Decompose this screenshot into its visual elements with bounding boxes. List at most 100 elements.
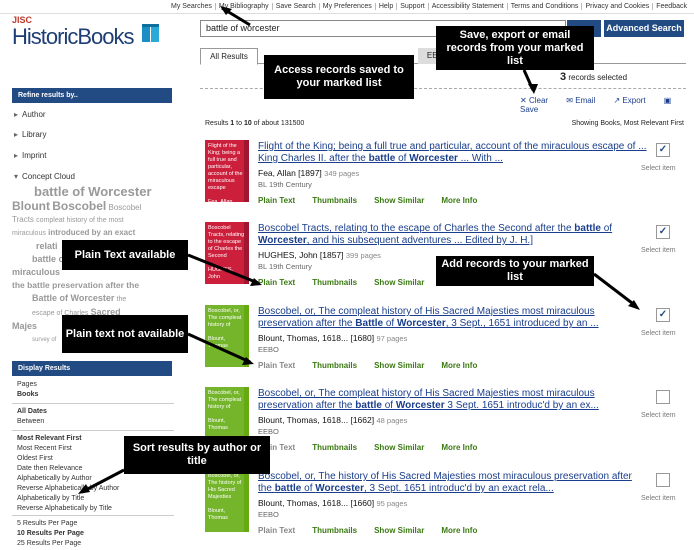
sort-oldest[interactable]: Oldest First — [17, 455, 53, 462]
thumbnail-spine — [244, 140, 249, 202]
sort-title[interactable]: Alphabetically by Title — [17, 495, 84, 502]
show-similar-link[interactable]: Show Similar — [374, 526, 424, 535]
export-button[interactable]: ↗ Export — [613, 96, 653, 105]
nav-my-preferences[interactable]: My Preferences — [318, 3, 375, 10]
more-info-link[interactable]: More Info — [441, 526, 477, 535]
cloud-term[interactable]: survey of — [12, 337, 56, 343]
date-between[interactable]: Between — [17, 418, 44, 425]
title-highlight: battle — [574, 223, 601, 234]
sort-author[interactable]: Alphabetically by Author — [17, 475, 92, 482]
nav-support[interactable]: Support — [396, 3, 428, 10]
facet-concept-cloud[interactable]: ▾ Concept Cloud — [14, 172, 75, 181]
more-info-link[interactable]: More Info — [441, 443, 477, 452]
facet-library[interactable]: ▸ Library — [14, 130, 46, 139]
email-button[interactable]: ✉ Email — [566, 96, 603, 105]
title-text: , and his subsequent adventures ... Edit… — [306, 235, 533, 246]
display-books[interactable]: Books — [17, 391, 38, 398]
sort-most-relevant[interactable]: Most Relevant First — [17, 435, 82, 442]
select-checkbox[interactable]: ✓ — [656, 143, 670, 157]
select-checkbox[interactable]: ✓ — [656, 225, 670, 239]
display-pages[interactable]: Pages — [17, 381, 37, 388]
nav-feedback[interactable]: Feedback — [652, 3, 690, 10]
select-checkbox[interactable] — [656, 473, 670, 487]
nav-terms[interactable]: Terms and Conditions — [506, 3, 582, 10]
result-source: EEBO — [258, 510, 279, 519]
thumbnails-link[interactable]: Thumbnails — [312, 526, 357, 535]
books-icon — [142, 24, 159, 42]
thumbnails-link[interactable]: Thumbnails — [312, 278, 357, 287]
plain-text-link[interactable]: Plain Text — [258, 278, 295, 287]
nav-privacy[interactable]: Privacy and Cookies — [581, 3, 653, 10]
cloud-term[interactable]: Blount — [12, 199, 50, 213]
save-label: Save — [520, 105, 539, 114]
more-info-link[interactable]: More Info — [441, 196, 477, 205]
clear-label: Clear — [528, 96, 549, 105]
select-item-label: Select item — [641, 495, 676, 502]
result-title[interactable]: Boscobel, or, The compleat history of Hi… — [258, 306, 648, 330]
date-all[interactable]: All Dates — [17, 408, 47, 415]
title-highlight: Worcester — [395, 400, 445, 411]
sort-most-recent[interactable]: Most Recent First — [17, 445, 72, 452]
cloud-term[interactable]: miraculous — [12, 230, 46, 237]
records-selected: 3 records selected — [560, 71, 627, 83]
cloud-term[interactable]: Majes — [12, 321, 37, 331]
cloud-term[interactable]: compleat history of the most — [36, 217, 124, 224]
cloud-term[interactable]: relati — [12, 241, 58, 251]
select-item-label: Select item — [641, 330, 676, 337]
cloud-term[interactable]: Tracts — [12, 215, 34, 224]
per-page-10[interactable]: 10 Results Per Page — [17, 530, 84, 537]
thumbnail-spine — [244, 222, 249, 284]
result-thumbnail[interactable]: Flight of the King; being a full true an… — [205, 140, 249, 205]
result-thumbnail[interactable]: Boscobel, or, The history of His Sacred … — [205, 470, 249, 532]
result-title[interactable]: Boscobel Tracts, relating to the escape … — [258, 223, 648, 247]
per-page-5[interactable]: 5 Results Per Page — [17, 520, 77, 527]
sort-date-relevance[interactable]: Date then Relevance — [17, 465, 82, 472]
thumbnail-spine — [244, 305, 249, 367]
result-thumbnail[interactable]: Boscobel, or, The compleat history of Blo… — [205, 305, 249, 367]
top-navigation: My Searches My Bibliography Save Search My … — [0, 0, 694, 14]
more-info-link[interactable]: More Info — [441, 361, 477, 370]
per-page-25[interactable]: 25 Results Per Page — [17, 540, 81, 547]
cloud-term[interactable]: the battle preservation after the — [12, 280, 139, 290]
nav-my-searches[interactable]: My Searches — [168, 3, 215, 10]
cloud-term[interactable]: battle of Worcester — [12, 184, 152, 199]
nav-save-search[interactable]: Save Search — [271, 3, 319, 10]
facet-imprint[interactable]: ▸ Imprint — [14, 151, 46, 160]
thumbnail-author: Blount, Thomas — [208, 336, 228, 349]
sort-title-reverse[interactable]: Reverse Alphabetically by Title — [17, 505, 112, 512]
advanced-search-button[interactable]: Advanced Search — [604, 20, 684, 37]
results-count: Results 1 to 10 of about 131500 — [205, 120, 304, 127]
nav-my-bibliography[interactable]: My Bibliography — [214, 3, 272, 10]
callout-plain-not-available: Plain text not available — [62, 315, 188, 353]
show-similar-link[interactable]: Show Similar — [374, 361, 424, 370]
result-title[interactable]: Flight of the King; being a full true an… — [258, 141, 648, 165]
cloud-term[interactable]: the — [117, 296, 127, 303]
select-checkbox[interactable]: ✓ — [656, 308, 670, 322]
facet-author[interactable]: ▸ Author — [14, 110, 46, 119]
clear-button[interactable]: ✕ Clear — [520, 96, 556, 105]
thumbnails-link[interactable]: Thumbnails — [312, 361, 357, 370]
tab-all-results[interactable]: All Results — [200, 48, 258, 65]
cloud-term[interactable]: introduced by an exact — [48, 228, 135, 237]
cloud-term[interactable]: Boscobel — [52, 199, 106, 213]
cloud-term[interactable]: Battle of Worcester — [12, 293, 114, 303]
nav-help[interactable]: Help — [374, 3, 397, 10]
cloud-term[interactable]: battle of — [12, 254, 67, 264]
result-thumbnail[interactable]: Boscobel Tracts, relating to the escape … — [205, 222, 249, 284]
result-actions: Plain TextThumbnailsShow SimilarMore Inf… — [258, 443, 494, 452]
nav-accessibility[interactable]: Accessibility Statement — [427, 3, 507, 10]
thumbnails-link[interactable]: Thumbnails — [312, 196, 357, 205]
sort-author-reverse[interactable]: Reverse Alphabetically by Author — [17, 485, 119, 492]
site-logo[interactable]: JISC HistoricBooks — [12, 16, 159, 49]
thumbnails-link[interactable]: Thumbnails — [312, 443, 357, 452]
result-title[interactable]: Boscobel, or, The compleat history of Hi… — [258, 388, 648, 412]
records-selected-count: 3 — [560, 71, 567, 83]
cloud-term[interactable]: Boscobel — [108, 203, 141, 212]
show-similar-link[interactable]: Show Similar — [374, 278, 424, 287]
select-checkbox[interactable] — [656, 390, 670, 404]
show-similar-link[interactable]: Show Similar — [374, 196, 424, 205]
plain-text-link[interactable]: Plain Text — [258, 196, 295, 205]
show-similar-link[interactable]: Show Similar — [374, 443, 424, 452]
cloud-term[interactable]: miraculous — [12, 267, 60, 277]
result-title[interactable]: Boscobel, or, The history of His Sacred … — [258, 471, 648, 495]
